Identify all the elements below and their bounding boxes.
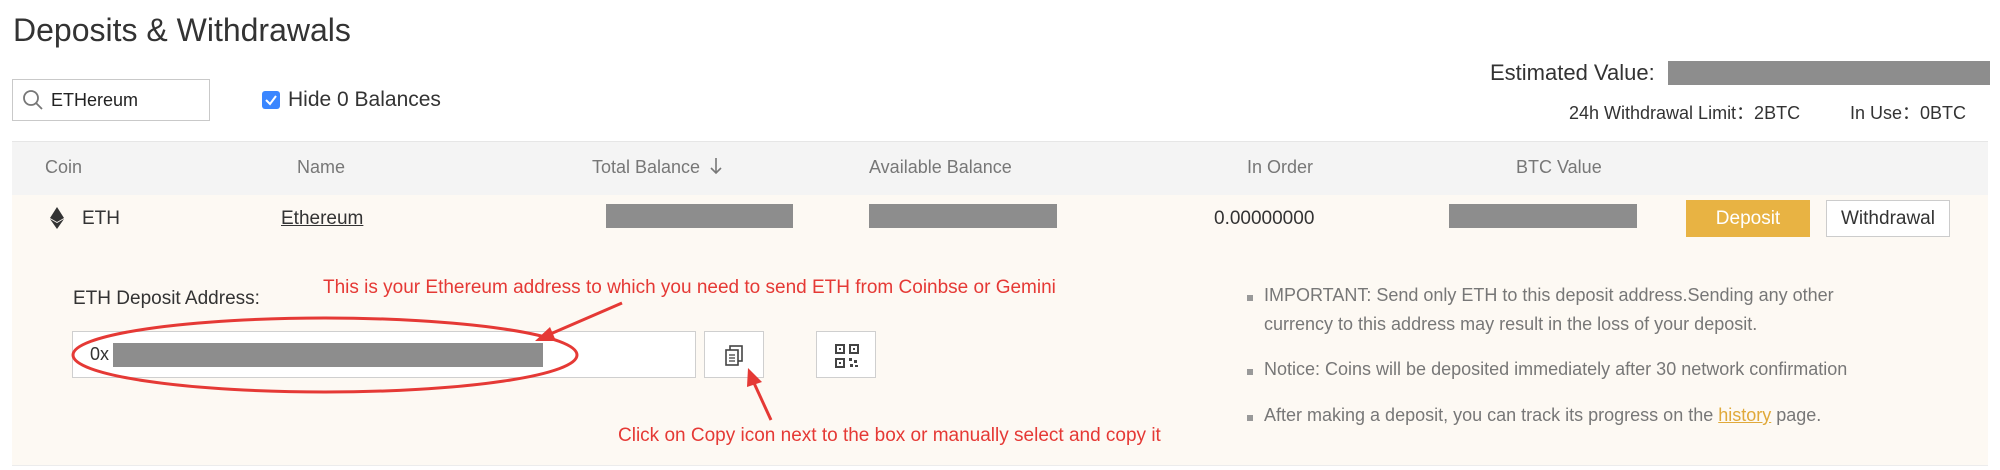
note-important-line1: IMPORTANT: Send only ETH to this deposit… (1264, 285, 1834, 305)
estimated-value-redacted (1668, 61, 1990, 85)
deposit-address-prefix: 0x (90, 344, 110, 364)
in-order-value: 0.00000000 (1214, 208, 1315, 229)
copy-address-button[interactable] (704, 331, 764, 378)
in-use: In Use：0BTC (1850, 103, 1967, 123)
btc-value-redacted (1449, 204, 1637, 228)
copy-icon (725, 345, 743, 366)
note-history-before: After making a deposit, you can track it… (1264, 405, 1719, 425)
available-balance-redacted (869, 204, 1057, 228)
note-bullet (1247, 295, 1253, 301)
coin-symbol: ETH (82, 208, 120, 229)
column-coin: Coin (45, 157, 83, 177)
column-btc-value: BTC Value (1516, 157, 1602, 177)
note-important-line2: currency to this address may result in t… (1264, 314, 1758, 334)
annotation-copy-hint: Click on Copy icon next to the box or ma… (618, 425, 1161, 446)
column-in-order: In Order (1247, 157, 1314, 177)
column-total-balance-label: Total Balance (592, 157, 701, 177)
hide-zero-label[interactable]: Hide 0 Balances (288, 88, 441, 112)
search-input[interactable] (51, 88, 201, 112)
arrow-down-icon (710, 158, 722, 175)
page-title: Deposits & Withdrawals (13, 12, 351, 48)
deposit-address-redacted (113, 343, 543, 367)
show-qr-button[interactable] (816, 331, 876, 378)
history-link[interactable]: history (1718, 405, 1771, 425)
withdrawal-button[interactable]: Withdrawal (1826, 200, 1950, 237)
checkmark-icon (265, 95, 277, 106)
withdrawal-limit: 24h Withdrawal Limit：2BTC (1569, 103, 1801, 123)
column-total-balance[interactable]: Total Balance (592, 157, 723, 178)
total-balance-redacted (606, 204, 793, 228)
hide-zero-checkbox[interactable] (262, 91, 280, 109)
deposit-address-label: ETH Deposit Address: (73, 288, 260, 309)
column-name: Name (297, 157, 346, 177)
estimated-value-label: Estimated Value: (1490, 60, 1655, 85)
note-bullet (1247, 415, 1253, 421)
search-box[interactable] (12, 79, 210, 121)
note-bullet (1247, 369, 1253, 375)
note-history-after: page. (1771, 405, 1822, 425)
ethereum-icon (50, 207, 64, 229)
note-confirmations: Notice: Coins will be deposited immediat… (1264, 359, 1848, 379)
coin-name-link[interactable]: Ethereum (281, 208, 363, 230)
search-icon (23, 90, 43, 110)
deposit-button[interactable]: Deposit (1686, 200, 1810, 237)
column-available-balance: Available Balance (869, 157, 1012, 177)
note-history: After making a deposit, you can track it… (1264, 400, 1821, 430)
annotation-address-hint: This is your Ethereum address to which y… (323, 277, 1056, 298)
qr-code-icon (835, 344, 859, 368)
